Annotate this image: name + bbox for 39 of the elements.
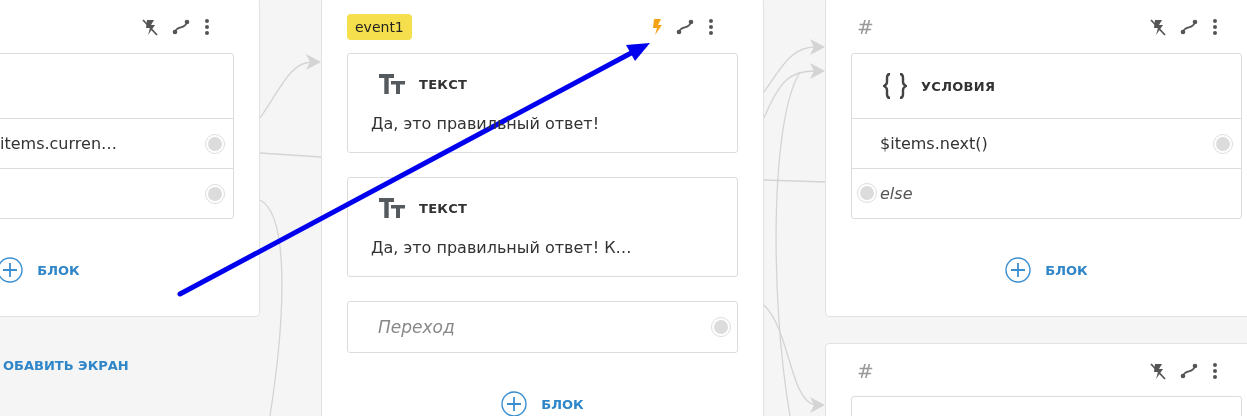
more-icon[interactable]	[1212, 18, 1218, 36]
text-format-icon	[379, 198, 405, 218]
block-title: ТЕКСТ	[419, 200, 468, 216]
plus-circle-icon	[1005, 257, 1032, 283]
path-icon[interactable]	[1180, 19, 1198, 35]
transition-field[interactable]: Переход	[376, 316, 711, 338]
text-format-icon	[379, 74, 405, 94]
add-block-button[interactable]: БЛОК	[0, 257, 80, 283]
condition-text: items.curren…	[0, 134, 117, 153]
conditions-block[interactable]: items.curren…	[0, 53, 234, 219]
block-title: ТЕКСТ	[419, 76, 468, 92]
braces-icon	[883, 73, 907, 99]
event-badge[interactable]: event1	[347, 14, 412, 40]
transition-block[interactable]: Переход	[347, 301, 738, 353]
path-icon[interactable]	[172, 19, 190, 35]
port-handle[interactable]	[711, 317, 731, 337]
more-icon[interactable]	[708, 18, 714, 36]
block-title: УСЛОВИЯ	[921, 78, 996, 94]
add-block-button[interactable]: БЛОК	[501, 391, 584, 416]
more-icon[interactable]	[204, 18, 210, 36]
condition-text: $items.next()	[880, 134, 988, 153]
screen-card[interactable]: # УСЛОВИЯ $items.next() else БЛОК	[825, 0, 1247, 317]
path-icon[interactable]	[676, 19, 694, 35]
flash-off-icon[interactable]	[1150, 362, 1166, 380]
flash-off-icon[interactable]	[1150, 18, 1166, 36]
add-screen-button[interactable]: ОБАВИТЬ ЭКРАН	[3, 358, 129, 373]
more-icon[interactable]	[1212, 362, 1218, 380]
port-handle[interactable]	[1213, 133, 1233, 154]
add-block-button[interactable]: БЛОК	[1005, 257, 1088, 283]
conditions-block[interactable]: УСЛОВИЯ $items.next() else	[851, 53, 1242, 219]
text-block[interactable]: ТЕКСТ Да, это правильный ответ! К…	[347, 177, 738, 277]
port-handle[interactable]	[205, 183, 225, 204]
else-label: else	[880, 184, 913, 203]
port-handle[interactable]	[857, 183, 877, 203]
port-handle[interactable]	[205, 133, 225, 154]
block-text: Да, это правильный ответ! К…	[371, 238, 632, 257]
flash-off-icon[interactable]	[142, 18, 158, 36]
path-icon[interactable]	[1180, 363, 1198, 379]
screen-card[interactable]: items.curren… БЛОК	[0, 0, 260, 317]
